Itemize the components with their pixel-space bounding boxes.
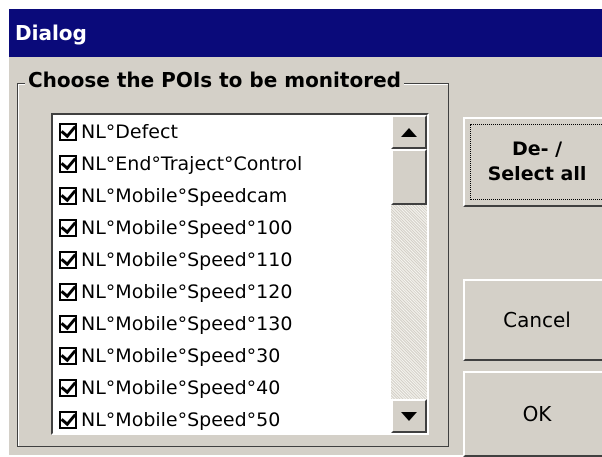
checkbox[interactable] xyxy=(59,281,77,301)
group-title: Choose the POIs to be monitored xyxy=(25,67,404,93)
list-item-label: NL°Defect xyxy=(81,121,178,143)
scroll-up-button[interactable] xyxy=(391,115,427,149)
ok-button[interactable]: OK xyxy=(463,371,602,457)
checkmark-icon xyxy=(60,185,77,203)
list-item-label: NL°Mobile°Speed°100 xyxy=(81,217,293,239)
arrow-up-icon xyxy=(401,127,417,137)
arrow-down-icon xyxy=(401,411,417,421)
checkmark-icon xyxy=(60,121,77,139)
checkmark-icon xyxy=(60,281,77,299)
checkbox[interactable] xyxy=(59,121,77,141)
list-item-label: NL°Mobile°Speed°110 xyxy=(81,249,293,271)
checkmark-icon xyxy=(60,217,77,235)
checkbox[interactable] xyxy=(59,345,77,365)
list-item[interactable]: NL°Mobile°Speed°110 xyxy=(59,245,292,275)
list-item-label: NL°End°Traject°Control xyxy=(81,153,303,175)
poi-list: NL°Defect NL°End°Traject°Control NL°Mobile… xyxy=(53,115,391,433)
list-item[interactable]: NL°Mobile°Speedcam xyxy=(59,181,287,211)
checkmark-icon xyxy=(60,153,77,171)
checkmark-icon xyxy=(60,409,77,427)
checkmark-icon xyxy=(60,313,77,331)
list-item[interactable]: NL°End°Traject°Control xyxy=(59,149,302,179)
list-item[interactable]: NL°Mobile°Speed°120 xyxy=(59,277,292,307)
checkbox[interactable] xyxy=(59,217,77,237)
list-item-label: NL°Mobile°Speed°130 xyxy=(81,313,293,335)
list-item[interactable]: NL°Mobile°Speed°30 xyxy=(59,341,280,371)
checkmark-icon xyxy=(60,345,77,363)
window-title: Dialog xyxy=(15,21,87,45)
checkbox[interactable] xyxy=(59,409,77,429)
list-item[interactable]: NL°Mobile°Speed°100 xyxy=(59,213,292,243)
list-item-label: NL°Mobile°Speedcam xyxy=(81,185,288,207)
title-bar: Dialog xyxy=(9,9,602,57)
dialog-window: Dialog Choose the POIs to be monitored N… xyxy=(8,8,602,457)
cancel-button[interactable]: Cancel xyxy=(463,279,602,361)
scroll-down-button[interactable] xyxy=(391,399,427,433)
checkbox[interactable] xyxy=(59,249,77,269)
scrollbar-thumb[interactable] xyxy=(391,149,427,205)
list-item-label: NL°Mobile°Speed°40 xyxy=(81,377,281,399)
checkbox[interactable] xyxy=(59,185,77,205)
checkmark-icon xyxy=(60,377,77,395)
list-item[interactable]: NL°Mobile°Speed°40 xyxy=(59,373,280,403)
checkbox[interactable] xyxy=(59,153,77,173)
list-item-label: NL°Mobile°Speed°30 xyxy=(81,345,281,367)
list-item-label: NL°Mobile°Speed°120 xyxy=(81,281,293,303)
checkbox[interactable] xyxy=(59,313,77,333)
poi-listbox[interactable]: NL°Defect NL°End°Traject°Control NL°Mobile… xyxy=(51,113,429,435)
list-item[interactable]: NL°Defect xyxy=(59,117,178,147)
select-all-label: De- / Select all xyxy=(487,138,587,185)
list-item[interactable]: NL°Mobile°Speed°50 xyxy=(59,405,280,433)
checkbox[interactable] xyxy=(59,377,77,397)
select-all-button[interactable]: De- / Select all xyxy=(463,117,602,207)
vertical-scrollbar[interactable] xyxy=(391,115,427,433)
list-item-label: NL°Mobile°Speed°50 xyxy=(81,409,281,431)
list-item[interactable]: NL°Mobile°Speed°130 xyxy=(59,309,292,339)
checkmark-icon xyxy=(60,249,77,267)
